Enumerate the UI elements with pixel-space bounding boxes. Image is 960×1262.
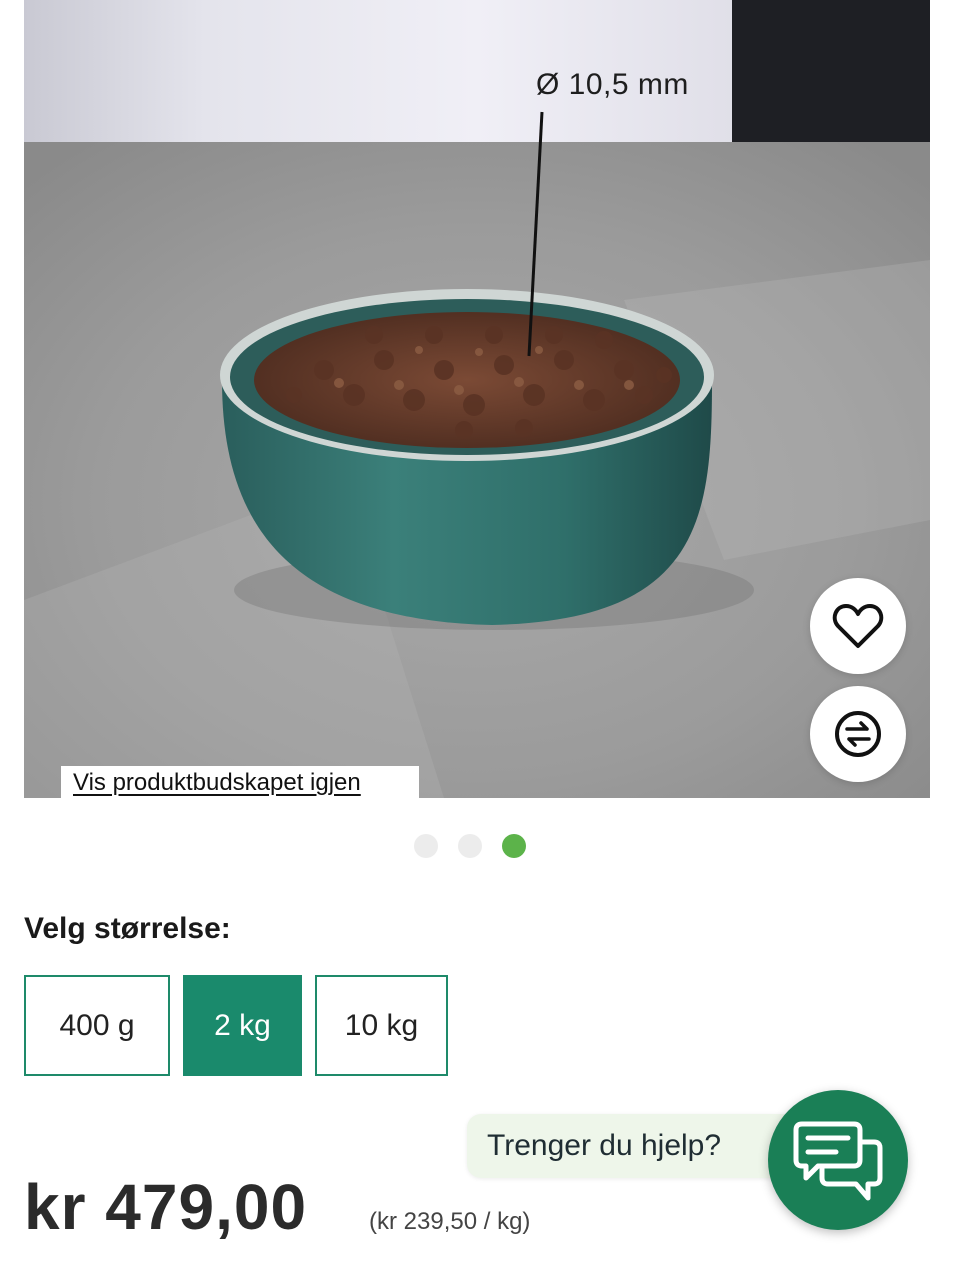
help-prompt-bubble[interactable]: Trenger du hjelp? — [467, 1114, 797, 1178]
size-option-10kg[interactable]: 10 kg — [315, 975, 448, 1076]
unit-price: (kr 239,50 / kg) — [369, 1208, 531, 1235]
size-option-400g[interactable]: 400 g — [24, 975, 170, 1076]
size-selector-label: Velg størrelse: — [24, 912, 231, 945]
carousel-dot-1[interactable] — [414, 834, 438, 858]
product-photo — [24, 0, 930, 798]
size-options: 400 g 2 kg 10 kg — [24, 975, 448, 1076]
revisit-message-container: Vis produktbudskapet igjen — [61, 766, 419, 800]
help-prompt-text: Trenger du hjelp? — [487, 1129, 722, 1162]
carousel-dot-3-active[interactable] — [502, 834, 526, 858]
carousel-pagination — [414, 834, 526, 858]
chat-support-button[interactable] — [768, 1090, 908, 1230]
product-price: kr 479,00 — [24, 1171, 308, 1243]
chat-bubbles-icon — [793, 1121, 883, 1201]
dimension-label: Ø 10,5 mm — [536, 68, 689, 101]
carousel-dot-2[interactable] — [458, 834, 482, 858]
revisit-product-message-link[interactable]: Vis produktbudskapet igjen — [73, 766, 361, 800]
size-option-2kg-selected[interactable]: 2 kg — [183, 975, 302, 1076]
heart-icon — [832, 604, 884, 648]
product-image-gallery[interactable]: Ø 10,5 mm — [24, 0, 930, 798]
compare-button[interactable] — [810, 686, 906, 782]
favorite-button[interactable] — [810, 578, 906, 674]
compare-arrows-icon — [835, 711, 881, 757]
